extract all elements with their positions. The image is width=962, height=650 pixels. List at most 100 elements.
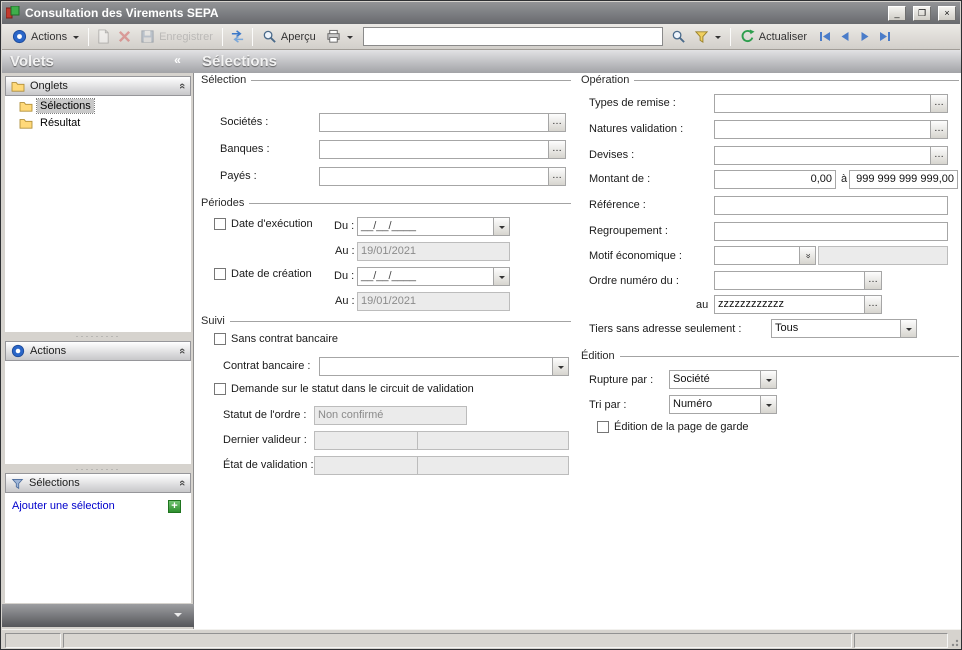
print-icon	[326, 29, 341, 44]
filter-icon	[694, 29, 709, 44]
types-remise-field[interactable]: …	[714, 94, 948, 113]
dropdown-arrow-icon[interactable]	[760, 371, 776, 388]
new-button[interactable]	[93, 27, 114, 46]
dropdown-arrow-icon[interactable]	[493, 218, 509, 235]
payes-browse-button[interactable]: …	[548, 168, 565, 185]
du-label: Du :	[334, 220, 354, 232]
refresh-button[interactable]: Actualiser	[735, 27, 812, 46]
page-garde-checkbox-row: Édition de la page de garde	[597, 421, 749, 433]
close-button[interactable]: ×	[938, 6, 956, 21]
toolbar-search-input[interactable]	[363, 27, 663, 46]
filter-button[interactable]	[689, 27, 726, 46]
montant-a-field[interactable]: 999 999 999 999,00	[849, 170, 958, 189]
tree-item-selections[interactable]: Sélections	[19, 99, 191, 113]
toolbar-separator	[730, 28, 731, 46]
regroupement-field[interactable]	[714, 222, 948, 241]
page-garde-checkbox[interactable]	[597, 421, 609, 433]
maximize-button[interactable]: ❐	[913, 6, 931, 21]
nav-previous-button[interactable]	[838, 30, 852, 43]
date-execution-checkbox[interactable]	[214, 218, 226, 230]
ordre-au-browse-button[interactable]: …	[864, 296, 881, 313]
contrat-bancaire-combo[interactable]	[319, 357, 569, 376]
dropdown-arrow-icon[interactable]	[760, 396, 776, 413]
demande-statut-label: Demande sur le statut dans le circuit de…	[231, 383, 474, 395]
nav-first-button[interactable]	[818, 30, 832, 43]
transfer-button[interactable]	[227, 27, 248, 46]
date-creation-au-field: 19/01/2021	[357, 292, 510, 311]
collapse-section-icon[interactable]: «	[176, 83, 188, 89]
status-cell-3	[854, 633, 948, 648]
record-navigation	[818, 30, 892, 43]
dropdown-arrow-icon[interactable]	[900, 320, 916, 337]
status-cell-1	[5, 633, 61, 648]
resize-grip[interactable]	[949, 637, 959, 647]
collapse-section-icon[interactable]: «	[176, 348, 188, 354]
tiers-sans-adresse-dropdown[interactable]: Tous	[771, 319, 917, 338]
etat-validation-field-2	[417, 456, 569, 475]
payes-field[interactable]: …	[319, 167, 566, 186]
nav-next-button[interactable]	[858, 30, 872, 43]
contrat-bancaire-label: Contrat bancaire :	[223, 360, 310, 372]
ordre-numero-du-field[interactable]: …	[714, 271, 882, 290]
etat-validation-label: État de validation :	[223, 459, 314, 471]
societes-browse-button[interactable]: …	[548, 114, 565, 131]
splitter-handle[interactable]: ·········	[5, 465, 191, 473]
banques-field[interactable]: …	[319, 140, 566, 159]
societes-field[interactable]: …	[319, 113, 566, 132]
toolbar-separator	[222, 28, 223, 46]
double-chevron-down-icon[interactable]: «	[799, 247, 815, 264]
minimize-button[interactable]: _	[888, 6, 906, 21]
devises-browse-button[interactable]: …	[930, 147, 947, 164]
page-title: Sélections	[202, 53, 277, 70]
payes-label: Payés :	[220, 170, 257, 182]
splitter-handle[interactable]: ·········	[5, 332, 191, 340]
sidebar-bottom-bar[interactable]	[2, 604, 194, 627]
actions-button[interactable]: Actions	[7, 27, 84, 46]
application-window: Consultation des Virements SEPA _ ❐ × Ac…	[0, 0, 962, 650]
devises-field[interactable]: …	[714, 146, 948, 165]
ordre-du-browse-button[interactable]: …	[864, 272, 881, 289]
date-execution-du-combo[interactable]: __/__/____	[357, 217, 510, 236]
save-button[interactable]: Enregistrer	[135, 27, 218, 46]
folder-icon	[19, 117, 33, 129]
save-label: Enregistrer	[159, 31, 213, 43]
demande-statut-checkbox[interactable]	[214, 383, 226, 395]
dropdown-arrow-icon[interactable]	[552, 358, 568, 375]
actions-section-label: Actions	[30, 345, 66, 357]
banques-browse-button[interactable]: …	[548, 141, 565, 158]
reference-field[interactable]	[714, 196, 948, 215]
add-selection-button[interactable]: +	[168, 500, 181, 513]
collapse-section-icon[interactable]: «	[176, 480, 188, 486]
add-selection-link[interactable]: Ajouter une sélection	[12, 500, 115, 512]
selections-section-header[interactable]: Sélections «	[5, 473, 191, 493]
natures-validation-browse-button[interactable]: …	[930, 121, 947, 138]
montant-de-field[interactable]: 0,00	[714, 170, 836, 189]
ordre-numero-au-field[interactable]: zzzzzzzzzzzz …	[714, 295, 882, 314]
sans-contrat-checkbox-row: Sans contrat bancaire	[214, 333, 338, 345]
collapse-sidebar-button[interactable]: «	[169, 53, 186, 70]
motif-economique-combo[interactable]: «	[714, 246, 816, 265]
tree-item-resultat[interactable]: Résultat	[19, 116, 191, 130]
nav-last-button[interactable]	[878, 30, 892, 43]
date-execution-au-field: 19/01/2021	[357, 242, 510, 261]
tri-par-dropdown[interactable]: Numéro	[669, 395, 777, 414]
status-bar	[2, 629, 962, 650]
group-title-suivi: Suivi	[201, 315, 571, 327]
onglets-section-header[interactable]: Onglets «	[5, 76, 191, 96]
rupture-par-dropdown[interactable]: Société	[669, 370, 777, 389]
au-label: au	[696, 299, 708, 311]
actions-section-header[interactable]: Actions «	[5, 341, 191, 361]
dropdown-arrow-icon[interactable]	[493, 268, 509, 285]
delete-button[interactable]	[114, 27, 135, 46]
date-creation-checkbox[interactable]	[214, 268, 226, 280]
search-button[interactable]	[668, 27, 689, 46]
print-button[interactable]	[321, 27, 358, 46]
types-remise-browse-button[interactable]: …	[930, 95, 947, 112]
date-creation-du-combo[interactable]: __/__/____	[357, 267, 510, 286]
selections-section-label: Sélections	[29, 477, 80, 489]
natures-validation-field[interactable]: …	[714, 120, 948, 139]
toolbar: Actions Enregistrer	[2, 24, 960, 50]
preview-button[interactable]: Aperçu	[257, 27, 321, 46]
au-label: Au :	[335, 295, 355, 307]
sans-contrat-checkbox[interactable]	[214, 333, 226, 345]
